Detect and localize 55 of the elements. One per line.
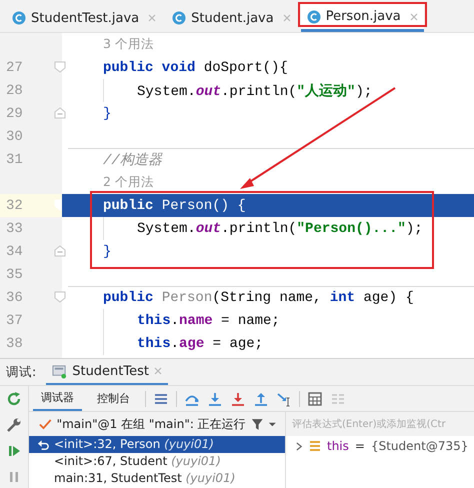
code-line: //构造器 <box>103 152 162 168</box>
close-icon[interactable] <box>154 367 162 375</box>
step-into-icon[interactable] <box>207 390 223 406</box>
resume-icon[interactable] <box>6 443 22 459</box>
run-config-icon <box>52 364 68 378</box>
line-number: 35 <box>5 266 23 282</box>
line-number: 31 <box>5 152 23 168</box>
force-step-into-icon[interactable] <box>230 390 246 406</box>
code-line: public Person() { <box>103 198 246 214</box>
line-number: 33 <box>5 220 23 236</box>
line-number: 29 <box>5 106 23 122</box>
check-icon <box>39 418 52 430</box>
code-line: this.name = name; <box>137 312 280 328</box>
line-number: 37 <box>5 312 23 328</box>
editor-tab[interactable]: Student.java <box>166 4 297 32</box>
class-icon <box>306 10 321 24</box>
session-tab[interactable]: StudentTest <box>46 359 168 385</box>
rerun-icon[interactable] <box>6 391 22 407</box>
class-icon <box>12 11 26 25</box>
code-line: public Person(String name, int age) { <box>103 290 414 306</box>
code-line: this.age = age; <box>137 336 264 352</box>
view-tab[interactable]: 控制台 <box>89 386 138 411</box>
code-line: public void doSport(){ <box>103 60 288 76</box>
close-icon[interactable] <box>148 14 156 22</box>
line-number: 34 <box>5 244 23 260</box>
line-number: 27 <box>5 60 23 76</box>
return-icon <box>37 438 50 451</box>
stack-frame[interactable]: <init>:67, Student (yuyi01) <box>29 453 285 470</box>
evaluate-field[interactable]: 评估表达式(Enter)或添加监视(Ctr <box>286 412 474 436</box>
close-icon[interactable] <box>410 12 418 20</box>
code-line: System.out.println("Person()..."); <box>137 220 423 236</box>
stack-frame[interactable]: main:31, StudentTest (yuyi01) <box>29 470 285 487</box>
field-icon <box>309 440 321 452</box>
editor-tab[interactable]: StudentTest.java <box>6 4 162 32</box>
variable-row[interactable]: this = {Student@735} <box>286 436 474 456</box>
line-number: 36 <box>5 290 23 306</box>
expand-icon[interactable] <box>296 442 303 450</box>
line-number: 28 <box>5 82 23 98</box>
stack-frame[interactable]: <init>:32, Person (yuyi01) <box>29 436 285 453</box>
code-line: } <box>103 106 112 122</box>
line-number: 38 <box>5 336 23 352</box>
thread-selector[interactable]: "main"@1 在组 "main": 正在运行 <box>29 412 285 436</box>
filter-icon[interactable] <box>250 418 264 430</box>
close-icon[interactable] <box>282 14 291 22</box>
class-icon <box>172 11 186 25</box>
calculator-icon[interactable] <box>307 390 323 406</box>
editor-tab[interactable]: Person.java <box>300 4 424 32</box>
wrench-icon[interactable] <box>6 417 22 433</box>
line-number: 30 <box>5 128 23 144</box>
run-to-cursor-icon[interactable] <box>276 390 292 406</box>
code-line: System.out.println("人运动"); <box>137 82 372 100</box>
line-number: 32 <box>5 198 23 214</box>
panel-title: 调试: <box>6 364 36 380</box>
code-line: } <box>103 244 112 260</box>
step-out-icon[interactable] <box>253 390 269 406</box>
